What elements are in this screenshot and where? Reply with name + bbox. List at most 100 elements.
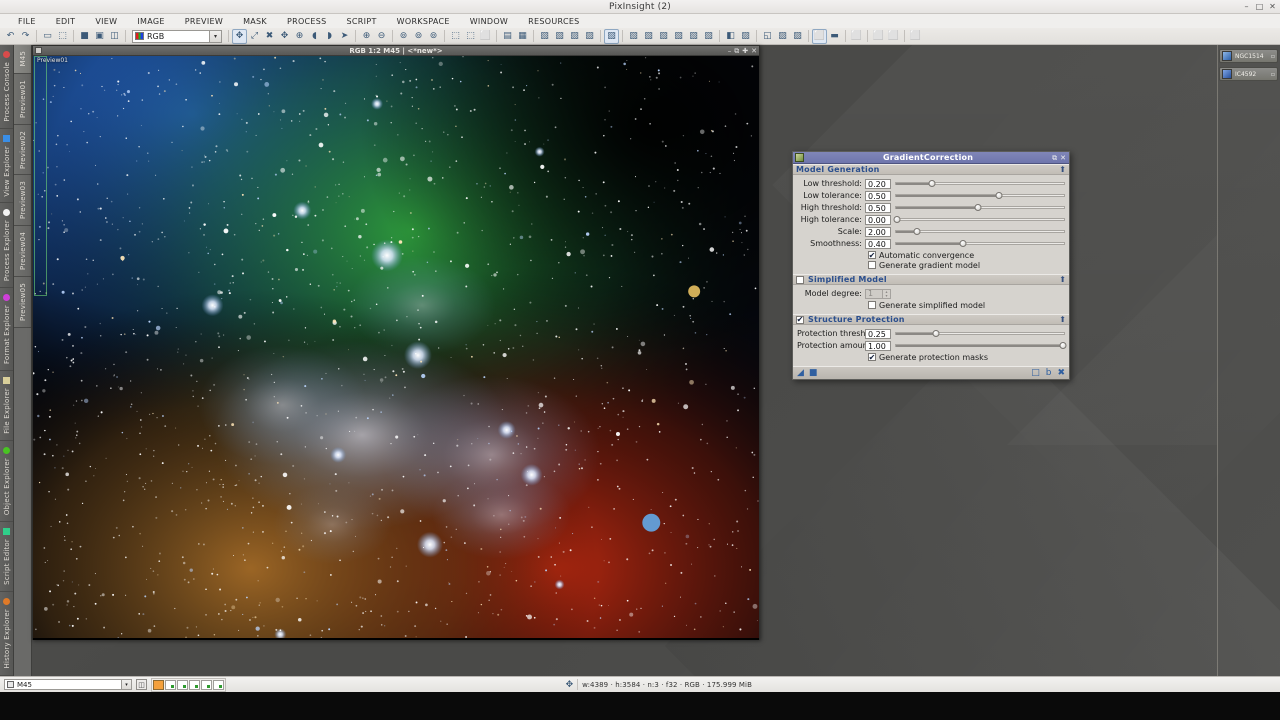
apply-global-icon[interactable]: ◢ (797, 367, 804, 380)
fit-view-icon[interactable]: ⬚ (448, 29, 463, 44)
reset-icon[interactable]: ✖ (1057, 367, 1065, 380)
preview-crop-icon[interactable]: ▧ (656, 29, 671, 44)
spin-down-icon[interactable]: ▾ (883, 294, 890, 298)
image-minimize-button[interactable]: – (728, 46, 732, 56)
open-image-icon[interactable]: ⬚ (55, 29, 70, 44)
stf-reset-icon[interactable]: ⬜ (849, 29, 864, 44)
preview-region-box[interactable] (34, 56, 47, 296)
sidebar-tab-process-explorer[interactable]: Process Explorer (0, 203, 13, 288)
spinbox-arrows[interactable]: ▴ ▾ (882, 290, 890, 298)
preview-add-icon[interactable]: ▧ (626, 29, 641, 44)
sidebar-tab-script-editor[interactable]: Script Editor (0, 522, 13, 592)
menu-view[interactable]: VIEW (85, 17, 127, 26)
checkbox-generate-simplified-model[interactable] (868, 301, 876, 309)
workspace-selector[interactable] (151, 678, 226, 692)
close-icon[interactable]: ▫ (1271, 71, 1275, 78)
sidebar-tab-history-explorer[interactable]: History Explorer (0, 592, 13, 675)
sidebar-tab-object-explorer[interactable]: Object Explorer (0, 441, 13, 522)
zoom-reset-icon[interactable]: ✖ (262, 29, 277, 44)
input-protection-amount[interactable]: 1.00 (865, 341, 891, 351)
sidebar-tab-format-explorer[interactable]: Format Explorer (0, 288, 13, 371)
section-header-structure-protection[interactable]: ✔ Structure Protection ⬆ (793, 314, 1069, 325)
menu-workspace[interactable]: WORKSPACE (387, 17, 460, 26)
dialog-close-button[interactable]: ✕ (1060, 152, 1066, 164)
zoom-optimal-icon[interactable]: ⊚ (426, 29, 441, 44)
chevron-down-icon[interactable]: ▾ (209, 31, 221, 42)
view-selector-combo[interactable]: M45 ▾ (4, 679, 132, 690)
fit-height-icon[interactable]: ⬜ (478, 29, 493, 44)
preview-del-icon[interactable]: ▧ (671, 29, 686, 44)
input-low-threshold[interactable]: 0.20 (865, 179, 891, 189)
menu-preview[interactable]: PREVIEW (175, 17, 233, 26)
split-channel-icon[interactable]: ◫ (107, 29, 122, 44)
menu-mask[interactable]: MASK (233, 17, 277, 26)
image-restore-button[interactable]: ⧉ (734, 46, 739, 56)
menu-resources[interactable]: RESOURCES (518, 17, 589, 26)
zoom-out-icon[interactable]: ⊖ (374, 29, 389, 44)
checkbox-row-automatic-convergence[interactable]: ✔ Automatic convergence (868, 250, 1065, 260)
slider-scale[interactable] (895, 226, 1065, 237)
section-header-model-generation[interactable]: Model Generation ⬆ (793, 164, 1069, 175)
sidebar-tab-view-explorer[interactable]: View Explorer (0, 129, 13, 204)
workspace-button-5[interactable] (201, 680, 212, 690)
mask-right-icon[interactable]: ◗ (322, 29, 337, 44)
menu-process[interactable]: PROCESS (277, 17, 337, 26)
input-smoothness[interactable]: 0.40 (865, 239, 891, 249)
checkbox-automatic-convergence[interactable]: ✔ (868, 251, 876, 259)
view-tab-preview02[interactable]: Preview02 (14, 125, 31, 176)
blue-channel-icon[interactable]: ■ (77, 29, 92, 44)
section-header-simplified-model[interactable]: Simplified Model ⬆ (793, 274, 1069, 285)
preview-mode-icon[interactable]: ▧ (604, 29, 619, 44)
workspace-button-1[interactable] (153, 680, 164, 690)
mask-show-icon[interactable]: ◧ (723, 29, 738, 44)
slider-knob[interactable] (893, 216, 900, 223)
new-instance-icon[interactable]: □ (1031, 367, 1040, 380)
image-tab-ic4592[interactable]: IC4592 ▫ (1219, 67, 1278, 81)
input-protection-threshold[interactable]: 0.25 (865, 329, 891, 339)
section-collapse-icon[interactable]: ⬆ (1059, 275, 1066, 284)
mask-invert-icon[interactable]: ▨ (738, 29, 753, 44)
preview-reset-icon[interactable]: ▨ (582, 29, 597, 44)
close-icon[interactable]: ▫ (1271, 53, 1275, 60)
undo-icon[interactable]: ↶ (3, 29, 18, 44)
slider-knob[interactable] (960, 240, 967, 247)
input-low-tolerance[interactable]: 0.50 (865, 191, 891, 201)
slider-low-tolerance[interactable] (895, 190, 1065, 201)
menu-window[interactable]: WINDOW (460, 17, 518, 26)
preview-clear-icon[interactable]: ▧ (701, 29, 716, 44)
section-checkbox-structure-protection[interactable]: ✔ (796, 316, 804, 324)
slider-protection-threshold[interactable] (895, 328, 1065, 339)
browse-documentation-icon[interactable]: ὜b (1046, 367, 1052, 380)
image-window[interactable]: RGB 1:2 M45 | <*new*> – ⧉ ✚ ✕ Preview01 (32, 45, 760, 640)
redo-icon[interactable]: ↷ (18, 29, 33, 44)
image-tab-ngc1514[interactable]: NGC1514 ▫ (1219, 49, 1278, 63)
view-tab-m45[interactable]: M45 (14, 45, 31, 74)
close-button[interactable]: ✕ (1268, 2, 1277, 11)
stf-unlink-icon[interactable]: ⬜ (886, 29, 901, 44)
stf-auto-icon[interactable]: ▬ (827, 29, 842, 44)
section-collapse-icon[interactable]: ⬆ (1059, 315, 1066, 324)
execute-icon[interactable]: ■ (809, 367, 818, 380)
section-checkbox-simplified-model[interactable] (796, 276, 804, 284)
select-arrow-icon[interactable]: ➤ (337, 29, 352, 44)
cascade-windows-icon[interactable]: ▦ (515, 29, 530, 44)
input-high-tolerance[interactable]: 0.00 (865, 215, 891, 225)
channel-combo[interactable]: RGB ▾ (132, 30, 222, 43)
minimize-button[interactable]: – (1242, 2, 1251, 11)
slider-knob[interactable] (1060, 342, 1067, 349)
zoom-fit-icon[interactable]: ⤢ (247, 29, 262, 44)
mask-left-icon[interactable]: ◖ (307, 29, 322, 44)
image-maximize-button[interactable]: ✚ (742, 46, 748, 56)
readout-icon[interactable]: ⬜ (908, 29, 923, 44)
checkbox-generate-gradient-model[interactable] (868, 261, 876, 269)
workspace-button-6[interactable] (213, 680, 224, 690)
view-properties-button[interactable]: ◫ (136, 679, 147, 690)
spinbox-model-degree[interactable]: 1 ▴ ▾ (865, 289, 891, 299)
fit-width-icon[interactable]: ⬚ (463, 29, 478, 44)
menu-file[interactable]: FILE (8, 17, 46, 26)
zoom-1-1-icon[interactable]: ⊚ (396, 29, 411, 44)
new-image-icon[interactable]: ▭ (40, 29, 55, 44)
image-canvas[interactable]: Preview01 (33, 56, 759, 640)
preview-dup-icon[interactable]: ▧ (641, 29, 656, 44)
input-high-threshold[interactable]: 0.50 (865, 203, 891, 213)
